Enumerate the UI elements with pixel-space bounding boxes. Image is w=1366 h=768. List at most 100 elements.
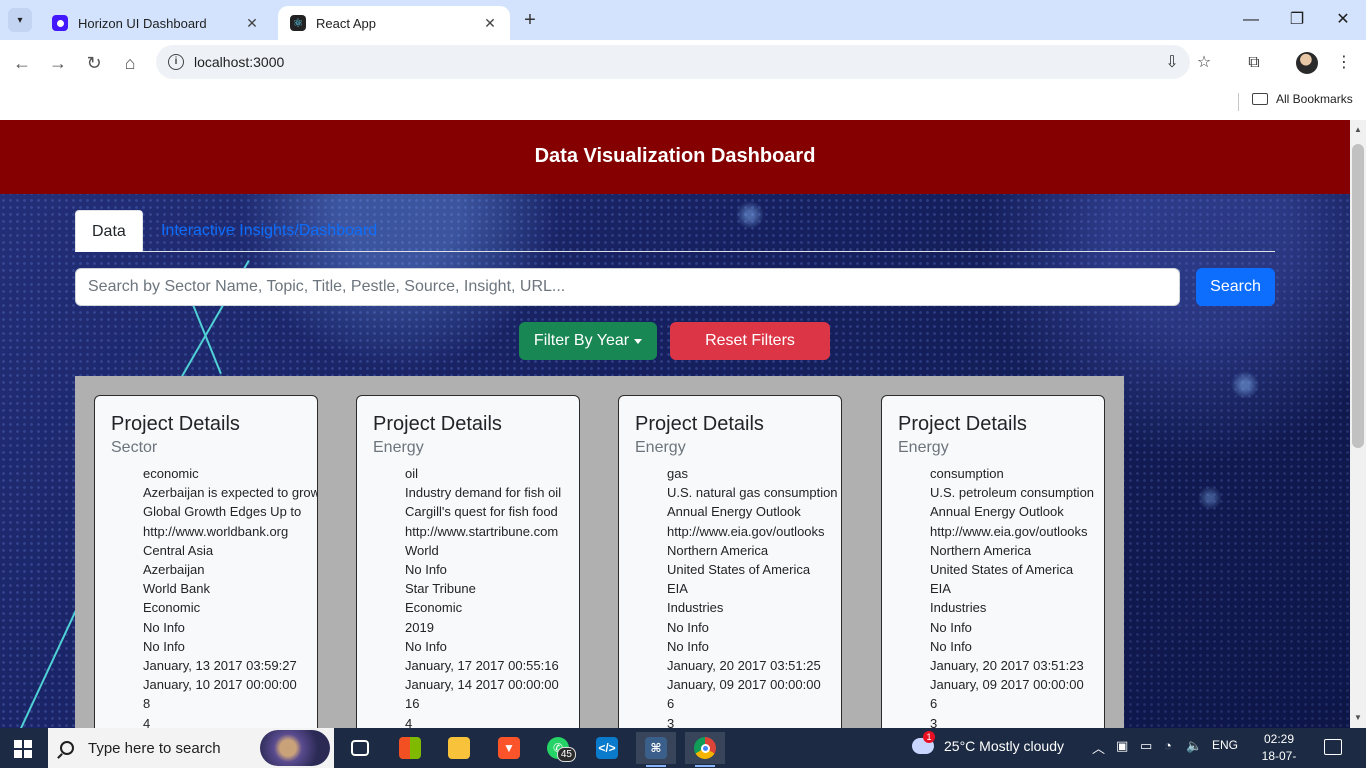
restore-window-button[interactable]: ❐ bbox=[1282, 8, 1312, 32]
folder-icon bbox=[1252, 93, 1268, 105]
browser-toolbar: ← → ↻ ⌂ i localhost:3000 ⇩ ☆ ⧉ ⋮ bbox=[0, 40, 1366, 86]
list-item: No Info bbox=[143, 618, 317, 637]
forward-button[interactable]: → bbox=[45, 50, 71, 76]
list-item: January, 09 2017 00:00:00 bbox=[930, 675, 1104, 694]
new-tab-button[interactable]: + bbox=[518, 9, 542, 33]
close-tab-icon[interactable]: ✕ bbox=[244, 15, 260, 32]
list-item: January, 13 2017 03:59:27 bbox=[143, 656, 317, 675]
brave-browser-icon[interactable]: ▼ bbox=[489, 732, 529, 764]
card-subtitle: Energy bbox=[635, 439, 686, 456]
profile-avatar[interactable] bbox=[1296, 52, 1318, 74]
weather-text: 25°C Mostly cloudy bbox=[944, 738, 1064, 754]
list-item: Northern America bbox=[930, 541, 1104, 560]
card-title: Project Details bbox=[111, 413, 240, 435]
volume-icon[interactable]: 🔈 bbox=[1186, 738, 1202, 754]
reset-filters-button[interactable]: Reset Filters bbox=[670, 322, 830, 360]
vscode-icon[interactable]: </> bbox=[587, 732, 627, 764]
list-item: 4 bbox=[143, 714, 317, 728]
taskbar-search-placeholder: Type here to search bbox=[88, 739, 221, 757]
page-title: Data Visualization Dashboard bbox=[534, 145, 816, 167]
project-card: Project Details Energy gas U.S. natural … bbox=[618, 395, 842, 728]
bookmark-star-icon[interactable]: ☆ bbox=[1193, 52, 1215, 74]
bookmarks-divider bbox=[1238, 93, 1239, 111]
list-item: consumption bbox=[930, 464, 1104, 483]
chrome-icon[interactable] bbox=[685, 732, 725, 767]
list-item: EIA bbox=[930, 579, 1104, 598]
card-details-list: gas U.S. natural gas consumption Annual … bbox=[635, 464, 841, 728]
list-item: 6 bbox=[930, 694, 1104, 713]
list-item: January, 14 2017 00:00:00 bbox=[405, 675, 579, 694]
scrollbar-thumb[interactable] bbox=[1352, 144, 1364, 448]
task-view-icon[interactable] bbox=[340, 732, 380, 764]
tab-data[interactable]: Data bbox=[75, 210, 143, 252]
minimize-window-button[interactable]: — bbox=[1236, 8, 1266, 32]
close-tab-icon[interactable]: ✕ bbox=[482, 15, 498, 32]
close-window-button[interactable]: ✕ bbox=[1328, 8, 1358, 32]
meet-now-icon[interactable]: ▣ bbox=[1116, 738, 1128, 754]
reload-button[interactable]: ↻ bbox=[81, 50, 107, 76]
clock-time: 02:29 bbox=[1263, 732, 1295, 746]
list-item: 2019 bbox=[405, 618, 579, 637]
card-subtitle: Energy bbox=[373, 439, 424, 456]
list-item: U.S. petroleum consumption bbox=[930, 483, 1104, 502]
search-button[interactable]: Search bbox=[1196, 268, 1275, 306]
bookmarks-bar bbox=[0, 86, 1366, 120]
whatsapp-icon[interactable]: ✆ 45 bbox=[538, 732, 578, 764]
list-item: January, 20 2017 03:51:23 bbox=[930, 656, 1104, 675]
install-app-icon[interactable]: ⇩ bbox=[1161, 52, 1183, 74]
file-explorer-icon[interactable] bbox=[439, 732, 479, 764]
site-info-icon[interactable]: i bbox=[168, 54, 184, 70]
language-indicator[interactable]: ENG bbox=[1212, 738, 1238, 752]
list-item: Industries bbox=[667, 598, 841, 617]
browser-tab-react-app[interactable]: ⚛ React App ✕ bbox=[278, 6, 510, 40]
list-item: EIA bbox=[667, 579, 841, 598]
list-item: 4 bbox=[405, 714, 579, 728]
windows-start-icon[interactable] bbox=[14, 740, 32, 758]
list-item: No Info bbox=[405, 560, 579, 579]
scroll-down-icon[interactable]: ▼ bbox=[1350, 710, 1366, 726]
microsoft-store-icon[interactable] bbox=[390, 732, 430, 764]
search-input[interactable] bbox=[75, 268, 1180, 306]
browser-tab-horizon[interactable]: Horizon UI Dashboard ✕ bbox=[40, 6, 272, 40]
list-item: No Info bbox=[667, 637, 841, 656]
weather-widget[interactable]: 25°C Mostly cloudy bbox=[912, 731, 1064, 754]
react-favicon-icon: ⚛ bbox=[290, 15, 306, 31]
list-item: January, 17 2017 00:55:16 bbox=[405, 656, 579, 675]
page-scrollbar[interactable]: ▲ ▼ bbox=[1350, 120, 1366, 728]
menu-kebab-icon[interactable]: ⋮ bbox=[1333, 52, 1355, 74]
show-hidden-icons-chevron-icon[interactable]: ︿ bbox=[1092, 738, 1105, 757]
project-card: Project Details Energy oil Industry dema… bbox=[356, 395, 580, 728]
list-item: Industries bbox=[930, 598, 1104, 617]
terminal-app-icon[interactable]: ⌘ bbox=[636, 732, 676, 767]
notifications-icon[interactable] bbox=[1324, 739, 1342, 755]
list-item: 8 bbox=[143, 694, 317, 713]
home-button[interactable]: ⌂ bbox=[117, 50, 143, 76]
tab-interactive-insights[interactable]: Interactive Insights/Dashboard bbox=[145, 210, 393, 252]
battery-icon[interactable]: ▭ bbox=[1140, 738, 1152, 754]
scroll-up-icon[interactable]: ▲ bbox=[1350, 122, 1366, 138]
list-item: oil bbox=[405, 464, 579, 483]
whatsapp-badge: 45 bbox=[556, 747, 576, 762]
windows-taskbar: Type here to search ▼ ✆ 45 </> ⌘ 25°C Mo… bbox=[0, 728, 1366, 768]
tab-search-button[interactable]: ▾ bbox=[8, 8, 32, 32]
tab-title: Horizon UI Dashboard bbox=[78, 15, 207, 31]
system-clock[interactable]: 02:29 18-07-2024 bbox=[1252, 731, 1306, 768]
list-item: http://www.eia.gov/outlooks bbox=[667, 522, 841, 541]
extensions-icon[interactable]: ⧉ bbox=[1243, 52, 1265, 74]
list-item: No Info bbox=[667, 618, 841, 637]
list-item: No Info bbox=[930, 637, 1104, 656]
filter-by-year-dropdown[interactable]: Filter By Year bbox=[519, 322, 657, 360]
list-item: World Bank bbox=[143, 579, 317, 598]
all-bookmarks-button[interactable]: All Bookmarks bbox=[1276, 92, 1353, 106]
address-bar[interactable]: i localhost:3000 bbox=[156, 45, 1190, 79]
taskbar-search-box[interactable]: Type here to search bbox=[48, 728, 334, 768]
search-highlight-image bbox=[260, 730, 330, 766]
view-tabs: Data Interactive Insights/Dashboard bbox=[75, 210, 1275, 252]
card-title: Project Details bbox=[373, 413, 502, 435]
list-item: gas bbox=[667, 464, 841, 483]
list-item: Central Asia bbox=[143, 541, 317, 560]
list-item: No Info bbox=[405, 637, 579, 656]
list-item: January, 09 2017 00:00:00 bbox=[667, 675, 841, 694]
back-button[interactable]: ← bbox=[9, 50, 35, 76]
wifi-icon[interactable]: ◔ bbox=[1164, 738, 1172, 753]
